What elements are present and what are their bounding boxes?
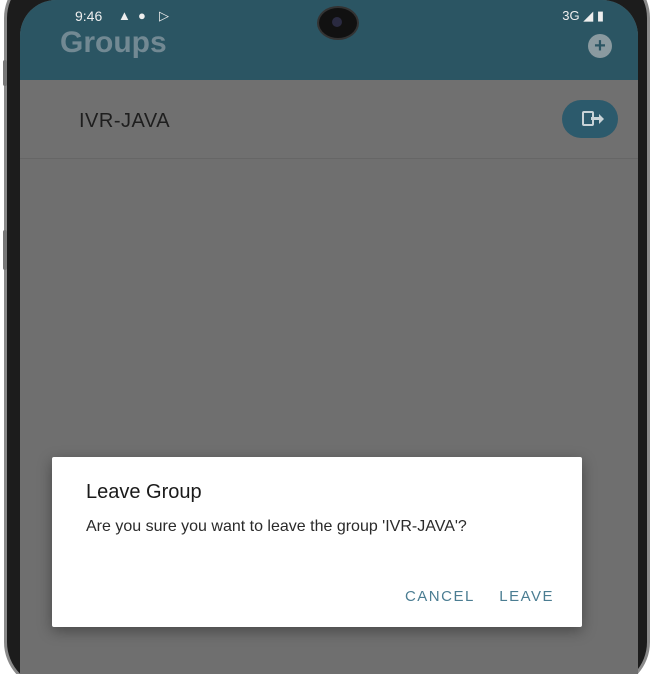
app-bar: 9:46 ▲ ● ▷ 3G ◢ ▮ Groups + [20, 0, 638, 80]
battery-icon: ▮ [596, 8, 604, 23]
plus-icon: + [594, 35, 606, 57]
power-button [3, 230, 7, 270]
group-name: IVR-JAVA [79, 110, 171, 132]
status-time: 9:46 [75, 8, 103, 24]
warning-icon: ▲ [118, 8, 131, 23]
leave-button[interactable]: LEAVE [499, 588, 554, 605]
status-right-group: 3G ◢ ▮ [562, 8, 604, 24]
leave-group-dialog: Leave Group Are you sure you want to lea… [52, 457, 582, 627]
list-item[interactable]: IVR-JAVA [20, 80, 638, 159]
leave-group-button[interactable] [562, 100, 618, 138]
dialog-message: Are you sure you want to leave the group… [86, 518, 467, 535]
dialog-actions: CANCEL LEAVE [385, 588, 554, 606]
page-title: Groups [60, 26, 167, 59]
front-camera [317, 6, 359, 40]
exit-arrowhead [599, 114, 604, 124]
volume-button [3, 60, 7, 86]
dialog-title: Leave Group [86, 481, 202, 503]
assistant-icon: ● [138, 8, 146, 23]
add-group-button[interactable]: + [588, 34, 612, 58]
network-type: 3G [562, 8, 580, 23]
cancel-button[interactable]: CANCEL [405, 588, 475, 605]
signal-icon: ◢ [583, 8, 594, 23]
screenshot-frame: 9:46 ▲ ● ▷ 3G ◢ ▮ Groups + IVR-JAVA Leav… [0, 0, 654, 674]
play-store-icon: ▷ [159, 8, 169, 23]
